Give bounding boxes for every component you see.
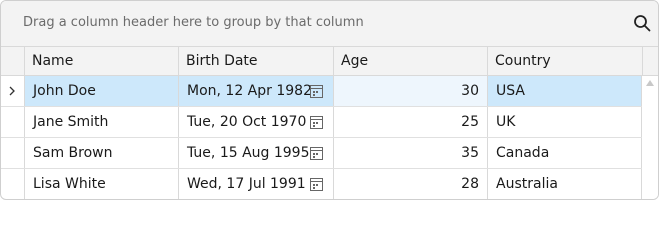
cell-country[interactable]: Canada	[488, 138, 642, 168]
cell-age[interactable]: 25	[334, 107, 488, 137]
calendar-icon[interactable]	[310, 115, 323, 129]
table-row[interactable]: Sam Brown Tue, 15 Aug 1995 35 Canada	[1, 138, 658, 169]
table-row[interactable]: Lisa White Wed, 17 Jul 1991 28 Australia	[1, 169, 658, 199]
cell-name[interactable]: Sam Brown	[25, 138, 179, 168]
cell-birth-date[interactable]: Tue, 20 Oct 1970	[179, 107, 334, 137]
birth-date-value: Wed, 17 Jul 1991	[187, 176, 306, 192]
cell-age[interactable]: 35	[334, 138, 488, 168]
group-panel[interactable]: Drag a column header here to group by th…	[1, 1, 658, 47]
cell-name[interactable]: Lisa White	[25, 169, 179, 199]
birth-date-value: Tue, 15 Aug 1995	[187, 145, 310, 161]
vertical-scrollbar[interactable]	[642, 76, 658, 199]
column-header-country[interactable]: Country	[488, 47, 643, 75]
birth-date-value: Mon, 12 Apr 1982	[187, 83, 312, 99]
row-indicator	[1, 107, 25, 137]
chevron-right-icon	[9, 86, 15, 96]
scroll-up-arrow-icon[interactable]	[645, 79, 655, 87]
calendar-icon[interactable]	[310, 146, 323, 160]
cell-birth-date[interactable]: Wed, 17 Jul 1991	[179, 169, 334, 199]
table-row[interactable]: Jane Smith Tue, 20 Oct 1970 25 UK	[1, 107, 658, 138]
cell-name[interactable]: Jane Smith	[25, 107, 179, 137]
column-header-name[interactable]: Name	[25, 47, 179, 75]
column-header-row: Name Birth Date Age Country	[1, 47, 658, 76]
group-panel-hint: Drag a column header here to group by th…	[23, 15, 364, 30]
cell-country[interactable]: Australia	[488, 169, 642, 199]
cell-age[interactable]: 30	[334, 76, 488, 106]
birth-date-value: Tue, 20 Oct 1970	[187, 114, 307, 130]
row-indicator	[1, 76, 25, 106]
column-header-age[interactable]: Age	[334, 47, 488, 75]
calendar-icon[interactable]	[310, 177, 323, 191]
table-row[interactable]: John Doe Mon, 12 Apr 1982 30 USA	[1, 76, 658, 107]
cell-country[interactable]: UK	[488, 107, 642, 137]
row-indicator-header	[1, 47, 25, 75]
column-header-birth-date[interactable]: Birth Date	[179, 47, 334, 75]
cell-age[interactable]: 28	[334, 169, 488, 199]
search-icon[interactable]	[633, 14, 651, 32]
calendar-icon[interactable]	[310, 84, 323, 98]
cell-name[interactable]: John Doe	[25, 76, 179, 106]
cell-birth-date[interactable]: Tue, 15 Aug 1995	[179, 138, 334, 168]
cell-country[interactable]: USA	[488, 76, 642, 106]
cell-birth-date[interactable]: Mon, 12 Apr 1982	[179, 76, 334, 106]
row-indicator	[1, 138, 25, 168]
data-grid: Drag a column header here to group by th…	[0, 0, 659, 200]
row-indicator	[1, 169, 25, 199]
